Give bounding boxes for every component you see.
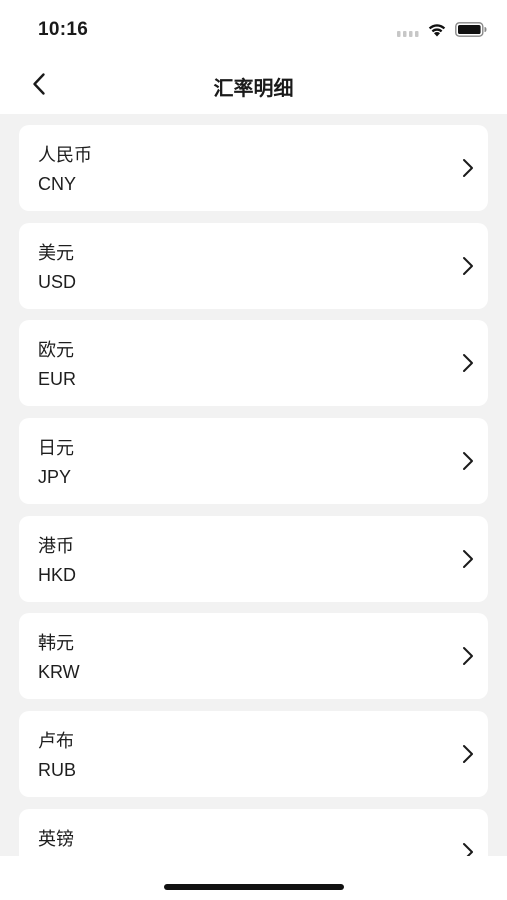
currency-code: HKD	[38, 564, 77, 585]
currency-code: KRW	[38, 662, 80, 683]
status-time: 10:16	[38, 19, 89, 40]
currency-row-eur[interactable]: 欧元 EUR	[19, 320, 488, 407]
currency-row-hkd[interactable]: 港币 HKD	[19, 515, 488, 602]
chevron-right-icon	[462, 549, 474, 569]
chevron-right-icon	[462, 353, 474, 373]
currency-list: 人民币 CNY 美元 USD 欧元 EUR 日元 JPY 港币 HKD 韩元 K…	[19, 125, 488, 856]
currency-name: 英镑	[38, 828, 74, 850]
battery-icon	[455, 21, 487, 41]
status-bar: 10:16	[0, 0, 507, 58]
chevron-right-icon	[462, 158, 474, 178]
currency-list-container[interactable]: 人民币 CNY 美元 USD 欧元 EUR 日元 JPY 港币 HKD 韩元 K…	[0, 114, 507, 856]
currency-name: 日元	[38, 438, 74, 460]
currency-code: JPY	[38, 467, 72, 488]
currency-row-krw[interactable]: 韩元 KRW	[19, 613, 488, 700]
currency-name: 韩元	[38, 633, 74, 655]
chevron-right-icon	[462, 451, 474, 471]
navigation-bar: 汇率明细	[0, 58, 507, 114]
chevron-right-icon	[462, 646, 474, 666]
chevron-right-icon	[462, 842, 474, 856]
currency-row-usd[interactable]: 美元 USD	[19, 222, 488, 309]
currency-code: CNY	[38, 174, 77, 194]
wifi-icon	[427, 22, 447, 41]
currency-name: 卢布	[38, 731, 74, 753]
chevron-right-icon	[462, 744, 474, 764]
home-indicator-area	[0, 856, 507, 900]
status-icons	[397, 21, 487, 41]
home-indicator[interactable]	[164, 884, 344, 890]
cellular-signal-icon	[397, 22, 419, 41]
currency-row-jpy[interactable]: 日元 JPY	[19, 418, 488, 505]
currency-code: RUB	[38, 760, 77, 781]
currency-code: EUR	[38, 369, 77, 390]
currency-name: 人民币	[38, 145, 92, 166]
chevron-right-icon	[462, 256, 474, 276]
currency-name: 美元	[38, 242, 74, 264]
currency-code: USD	[38, 271, 77, 292]
currency-name: 欧元	[38, 340, 74, 362]
currency-row-cny[interactable]: 人民币 CNY	[19, 125, 488, 211]
currency-name: 港币	[38, 535, 74, 557]
currency-row-gbp[interactable]: 英镑	[19, 808, 488, 856]
currency-row-rub[interactable]: 卢布 RUB	[19, 711, 488, 798]
page-title: 汇率明细	[213, 76, 294, 100]
